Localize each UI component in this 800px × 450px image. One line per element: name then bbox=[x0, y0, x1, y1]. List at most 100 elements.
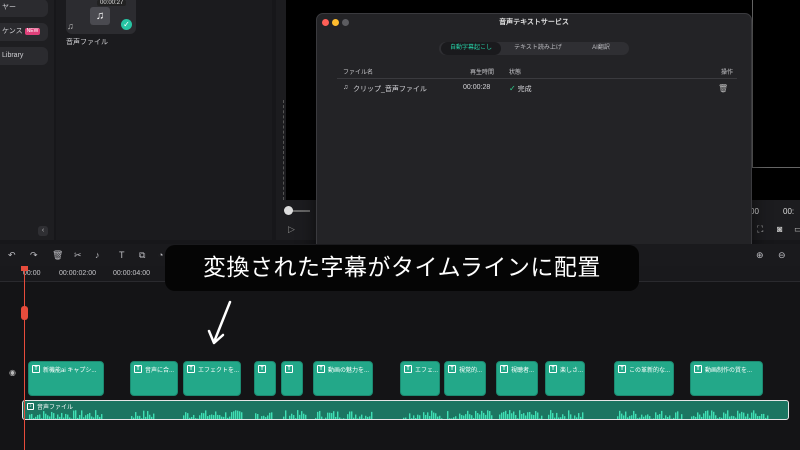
waveform-bar bbox=[477, 413, 479, 419]
waveform-bar bbox=[467, 410, 469, 419]
left-panel-item-2[interactable]: ケンス NEW bbox=[0, 23, 48, 41]
waveform-bar bbox=[767, 415, 769, 419]
waveform-bar bbox=[705, 411, 707, 419]
caption-clip-label: T 動画の魅力を... bbox=[317, 365, 369, 374]
caption-clip-label: T 楽しさ... bbox=[549, 365, 583, 374]
waveform-bar bbox=[341, 418, 343, 419]
caption-clip-text: エフェクトを... bbox=[198, 367, 240, 374]
waveform-bar bbox=[525, 415, 527, 419]
play-icon[interactable]: ▷ bbox=[288, 224, 295, 235]
waveform-bar bbox=[733, 416, 735, 419]
waveform-bar bbox=[83, 417, 85, 419]
waveform-bar bbox=[367, 416, 369, 419]
left-panel-item-library[interactable]: Library bbox=[0, 47, 48, 65]
redo-icon[interactable]: ↷ bbox=[30, 250, 38, 261]
caption-clip-text: 動画制作の質を... bbox=[705, 367, 753, 374]
chevron-left-icon[interactable]: ‹ bbox=[38, 226, 48, 236]
waveform-bar bbox=[65, 413, 67, 419]
caption-clip[interactable]: T 新機能ai キャプシ... bbox=[28, 361, 104, 396]
waveform-bar bbox=[403, 417, 405, 419]
text-clip-icon: T bbox=[134, 365, 142, 373]
waveform-bar bbox=[217, 414, 219, 419]
fullscreen-icon[interactable]: ⛶ bbox=[757, 224, 763, 235]
waveform-bar bbox=[513, 411, 515, 419]
waveform-bar bbox=[535, 411, 537, 419]
waveform-bar bbox=[101, 414, 103, 419]
waveform-bar bbox=[265, 417, 267, 419]
audio-clip[interactable]: ♪ 音声ファイル bbox=[22, 400, 789, 420]
tab-ai-translate[interactable]: AI翻訳 bbox=[575, 42, 627, 55]
audio-edit-icon[interactable]: ♪ bbox=[95, 250, 100, 260]
text-clip-icon: T bbox=[448, 365, 456, 373]
caption-clip[interactable]: T 視覚的... bbox=[444, 361, 486, 396]
waveform-bar bbox=[487, 410, 489, 419]
text-edit-icon[interactable]: T bbox=[119, 250, 125, 260]
caption-clip[interactable]: T エフェ... bbox=[400, 361, 440, 396]
media-duration: 00:00:27 bbox=[97, 0, 127, 6]
waveform-bar bbox=[71, 418, 73, 419]
waveform-bar bbox=[548, 414, 550, 419]
waveform-bar bbox=[558, 417, 560, 419]
waveform-bar bbox=[75, 410, 77, 419]
waveform-bar bbox=[415, 418, 417, 419]
timecode-label: 00:00 bbox=[23, 270, 41, 277]
preview-scrub-handle[interactable] bbox=[284, 206, 293, 215]
crop-icon[interactable]: ⧉ bbox=[139, 250, 145, 261]
caption-clip[interactable]: T 視聴者... bbox=[496, 361, 538, 396]
waveform-bar bbox=[745, 416, 747, 419]
caption-clip[interactable]: T エフェクトを... bbox=[183, 361, 241, 396]
waveform-bar bbox=[411, 418, 413, 419]
undo-icon[interactable]: ↶ bbox=[8, 250, 16, 261]
row-duration: 00:00:28 bbox=[463, 84, 491, 91]
caption-clip[interactable]: T 楽しさ... bbox=[545, 361, 585, 396]
caption-clip[interactable]: T 動画の魅力を... bbox=[313, 361, 373, 396]
caption-clip[interactable]: T bbox=[281, 361, 303, 396]
caption-clip[interactable]: T 動画制作の質を... bbox=[690, 361, 763, 396]
eye-icon[interactable]: ◉ bbox=[9, 368, 16, 377]
playhead-handle[interactable] bbox=[21, 306, 28, 320]
camera-icon[interactable]: ◙ bbox=[777, 224, 782, 234]
waveform-bar bbox=[580, 416, 582, 419]
waveform-bar bbox=[735, 417, 737, 419]
playhead[interactable] bbox=[24, 266, 25, 450]
text-clip-icon: T bbox=[500, 365, 508, 373]
waveform-bar bbox=[371, 411, 373, 419]
waveform-bar bbox=[349, 411, 351, 419]
caption-clip[interactable]: T この革新的な... bbox=[614, 361, 674, 396]
timecode-label: 00:00:04:00 bbox=[113, 270, 150, 277]
split-icon[interactable]: ✂ bbox=[74, 250, 82, 261]
row-file-name: クリップ_音声ファイル bbox=[353, 86, 427, 93]
delete-icon[interactable]: 🗑 bbox=[52, 250, 63, 261]
zoom-out-icon[interactable]: ⊖ bbox=[778, 250, 786, 261]
waveform-bar bbox=[261, 416, 263, 419]
caption-clip[interactable]: T 音声に合... bbox=[130, 361, 178, 396]
waveform-bar bbox=[287, 418, 289, 419]
caption-clip[interactable]: T bbox=[254, 361, 276, 396]
left-panel-item-1[interactable]: ヤー bbox=[0, 0, 48, 17]
text-clip-icon: T bbox=[618, 365, 626, 373]
add-track-icon[interactable]: ⊕ bbox=[756, 250, 764, 261]
waveform-bar bbox=[229, 416, 231, 419]
waveform-bar bbox=[570, 414, 572, 419]
waveform-bar bbox=[631, 415, 633, 419]
waveform-bar bbox=[55, 418, 57, 419]
waveform-bar bbox=[207, 416, 209, 419]
waveform-bar bbox=[483, 412, 485, 419]
tab-auto-caption[interactable]: 自動字幕起こし bbox=[441, 42, 501, 55]
waveform-bar bbox=[407, 418, 409, 419]
display-icon[interactable]: ▭ bbox=[794, 224, 800, 235]
waveform-bar bbox=[671, 418, 673, 419]
caption-clip-label: T 新機能ai キャプシ... bbox=[32, 365, 96, 374]
trash-icon[interactable]: 🗑 bbox=[718, 84, 728, 93]
waveform-bar bbox=[637, 418, 639, 419]
table-row[interactable]: ♫ クリップ_音声ファイル 00:00:28 ✓ 完成 🗑 bbox=[337, 82, 737, 96]
waveform-bar bbox=[703, 413, 705, 419]
waveform-bar bbox=[145, 416, 147, 419]
waveform-bar bbox=[315, 417, 317, 419]
dialog-tab-bar: 自動字幕起こし テキスト読み上げ AI翻訳 bbox=[439, 42, 629, 55]
caption-clip-text: エフェ... bbox=[415, 367, 439, 374]
tab-text-to-speech[interactable]: テキスト読み上げ bbox=[503, 42, 573, 55]
check-icon: ✓ bbox=[121, 19, 132, 30]
playhead-cap[interactable] bbox=[21, 266, 28, 271]
speed-icon[interactable]: ◔ bbox=[158, 250, 163, 260]
